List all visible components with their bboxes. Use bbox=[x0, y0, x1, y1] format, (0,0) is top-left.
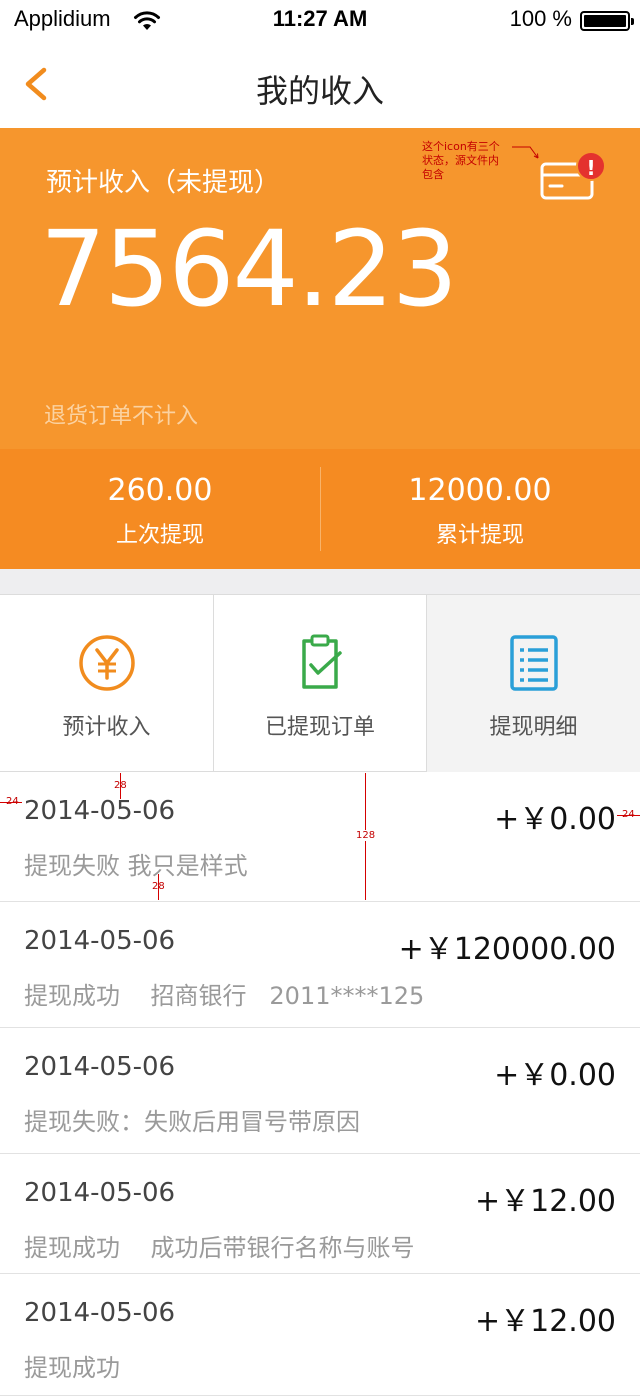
record-amount: +￥0.00 bbox=[494, 1058, 616, 1093]
income-amount: 7564.23 bbox=[40, 208, 458, 330]
annotation-arrow-icon bbox=[512, 146, 539, 159]
status-bar: Applidium 11:27 AM 100 % bbox=[0, 0, 640, 40]
record-amount: +￥120000.00 bbox=[398, 932, 616, 967]
total-withdraw: 12000.00 累计提现 bbox=[320, 449, 640, 569]
last-withdraw-value: 260.00 bbox=[107, 473, 213, 508]
page-title: 我的收入 bbox=[255, 72, 384, 110]
tab-estimated-income[interactable]: 预计收入 bbox=[0, 595, 213, 772]
design-annotation: 这个icon有三个 状态，源文件内 包含 bbox=[422, 140, 500, 181]
tab-withdrawn-orders[interactable]: 已提现订单 bbox=[213, 595, 426, 772]
record-date: 2014-05-06 bbox=[24, 1178, 176, 1208]
tab-withdraw-details[interactable]: 提现明细 bbox=[426, 595, 640, 772]
withdraw-record-list: 2014-05-06 +￥0.00 提现失败 我只是样式 2014-05-06 … bbox=[0, 772, 640, 1396]
income-card: 预计收入（未提现） 7564.23 退货订单不计入 这个icon有三个 状态，源… bbox=[0, 128, 640, 449]
clipboard-check-icon bbox=[302, 634, 342, 689]
spec-row-height: 128 bbox=[356, 830, 376, 841]
battery-fill bbox=[584, 15, 626, 27]
record-desc: 提现失败：失败后用冒号带原因 bbox=[24, 1108, 360, 1136]
record-row[interactable]: 2014-05-06 +￥12.00 提现成功 成功后带银行名称与账号 bbox=[0, 1154, 640, 1274]
last-withdraw-label: 上次提现 bbox=[115, 523, 204, 548]
spec-bottom-padding: 28 bbox=[152, 881, 165, 892]
record-row[interactable]: 2014-05-06 +￥0.00 提现失败 我只是样式 bbox=[0, 772, 640, 902]
record-amount: +￥12.00 bbox=[474, 1304, 616, 1339]
spec-right-margin: 24 bbox=[622, 809, 635, 820]
income-page: Applidium 11:27 AM 100 % 我的收入 预计收入（未提现） … bbox=[0, 0, 640, 1400]
record-date: 2014-05-06 bbox=[24, 796, 176, 826]
battery-icon bbox=[580, 11, 634, 31]
record-amount: +￥0.00 bbox=[494, 802, 616, 837]
record-desc: 提现失败 我只是样式 bbox=[24, 852, 248, 880]
record-amount: +￥12.00 bbox=[474, 1184, 616, 1219]
battery-percent: 100 % bbox=[509, 6, 572, 31]
spec-left-margin: 24 bbox=[6, 796, 19, 807]
record-row[interactable]: 2014-05-06 +￥0.00 提现失败：失败后用冒号带原因 bbox=[0, 1028, 640, 1154]
nav-bar: 我的收入 bbox=[0, 40, 640, 128]
income-note: 退货订单不计入 bbox=[44, 404, 199, 429]
record-desc: 提现成功 bbox=[24, 1354, 120, 1382]
record-desc: 提现成功 成功后带银行名称与账号 bbox=[24, 1234, 415, 1262]
withdraw-summary: 260.00 上次提现 12000.00 累计提现 bbox=[0, 449, 640, 569]
record-row[interactable]: 2014-05-06 +￥120000.00 提现成功 招商银行 2011***… bbox=[0, 902, 640, 1028]
tab-label: 提现明细 bbox=[489, 715, 578, 740]
record-desc: 提现成功 招商银行 2011****125 bbox=[24, 982, 425, 1010]
income-tabs: 预计收入 已提现订单 提现明细 bbox=[0, 594, 640, 772]
total-withdraw-value: 12000.00 bbox=[408, 473, 552, 508]
record-date: 2014-05-06 bbox=[24, 1052, 176, 1082]
spec-top-padding: 28 bbox=[114, 780, 127, 791]
tab-label: 预计收入 bbox=[62, 715, 151, 740]
last-withdraw: 260.00 上次提现 bbox=[0, 449, 320, 569]
section-gap bbox=[0, 569, 640, 594]
record-row[interactable]: 2014-05-06 +￥12.00 提现成功 bbox=[0, 1274, 640, 1396]
alert-badge: ! bbox=[576, 151, 606, 181]
yen-circle-icon bbox=[78, 635, 135, 691]
tab-label: 已提现订单 bbox=[264, 715, 375, 740]
income-label: 预计收入（未提现） bbox=[46, 168, 281, 198]
record-date: 2014-05-06 bbox=[24, 1298, 176, 1328]
total-withdraw-label: 累计提现 bbox=[435, 523, 524, 548]
record-date: 2014-05-06 bbox=[24, 926, 176, 956]
list-document-icon bbox=[509, 635, 558, 691]
